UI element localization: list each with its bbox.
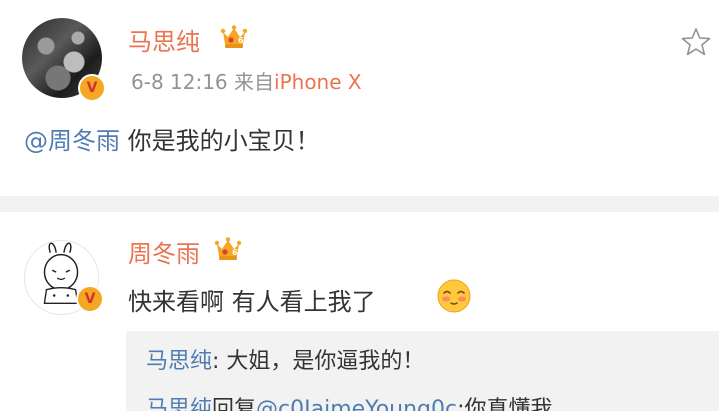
svg-text:6: 6 <box>238 36 244 45</box>
quoted-repost[interactable]: 马思纯: 大姐，是你逼我的！ 马思纯回复@c0JaimeYoung0c:你真懂我 <box>126 331 719 411</box>
post-text-body: 你是我的小宝贝！ <box>120 127 320 155</box>
quote-line: 马思纯回复@c0JaimeYoung0c:你真懂我 <box>146 391 553 411</box>
mention-link[interactable]: @周冬雨 <box>24 127 120 155</box>
quote-text: : 大姐，是你逼我的！ <box>212 349 425 374</box>
verified-v-icon: V <box>76 285 104 313</box>
quote-reply-word: 回复 <box>212 397 257 411</box>
star-icon[interactable] <box>680 26 712 58</box>
verified-v-icon: V <box>78 74 106 102</box>
quote-user-link[interactable]: 马思纯 <box>146 349 212 374</box>
quote-mention-link[interactable]: @c0JaimeYoung0c <box>256 397 457 411</box>
blush-emoji-icon <box>437 279 471 313</box>
post-card-1 <box>0 0 719 196</box>
author-name[interactable]: 马思纯 <box>128 22 200 57</box>
quote-text: :你真懂我 <box>457 397 553 411</box>
source-link[interactable]: iPhone X <box>274 70 362 94</box>
post-date: 6-8 12:16 <box>131 70 228 94</box>
post-text: 快来看啊 有人看上我了 <box>128 288 376 316</box>
author-name[interactable]: 周冬雨 <box>128 234 200 269</box>
post-text: @周冬雨 你是我的小宝贝！ <box>24 121 320 156</box>
svg-text:6: 6 <box>232 248 238 257</box>
card-divider <box>0 196 719 212</box>
quote-user-link[interactable]: 马思纯 <box>146 397 212 411</box>
crown-vip-icon[interactable]: 6 <box>214 236 242 262</box>
post-meta: 6-8 12:16 来自iPhone X <box>131 66 362 95</box>
crown-vip-icon[interactable]: 6 <box>220 24 248 50</box>
source-prefix: 来自 <box>234 70 275 94</box>
quote-line: 马思纯: 大姐，是你逼我的！ <box>146 343 424 375</box>
